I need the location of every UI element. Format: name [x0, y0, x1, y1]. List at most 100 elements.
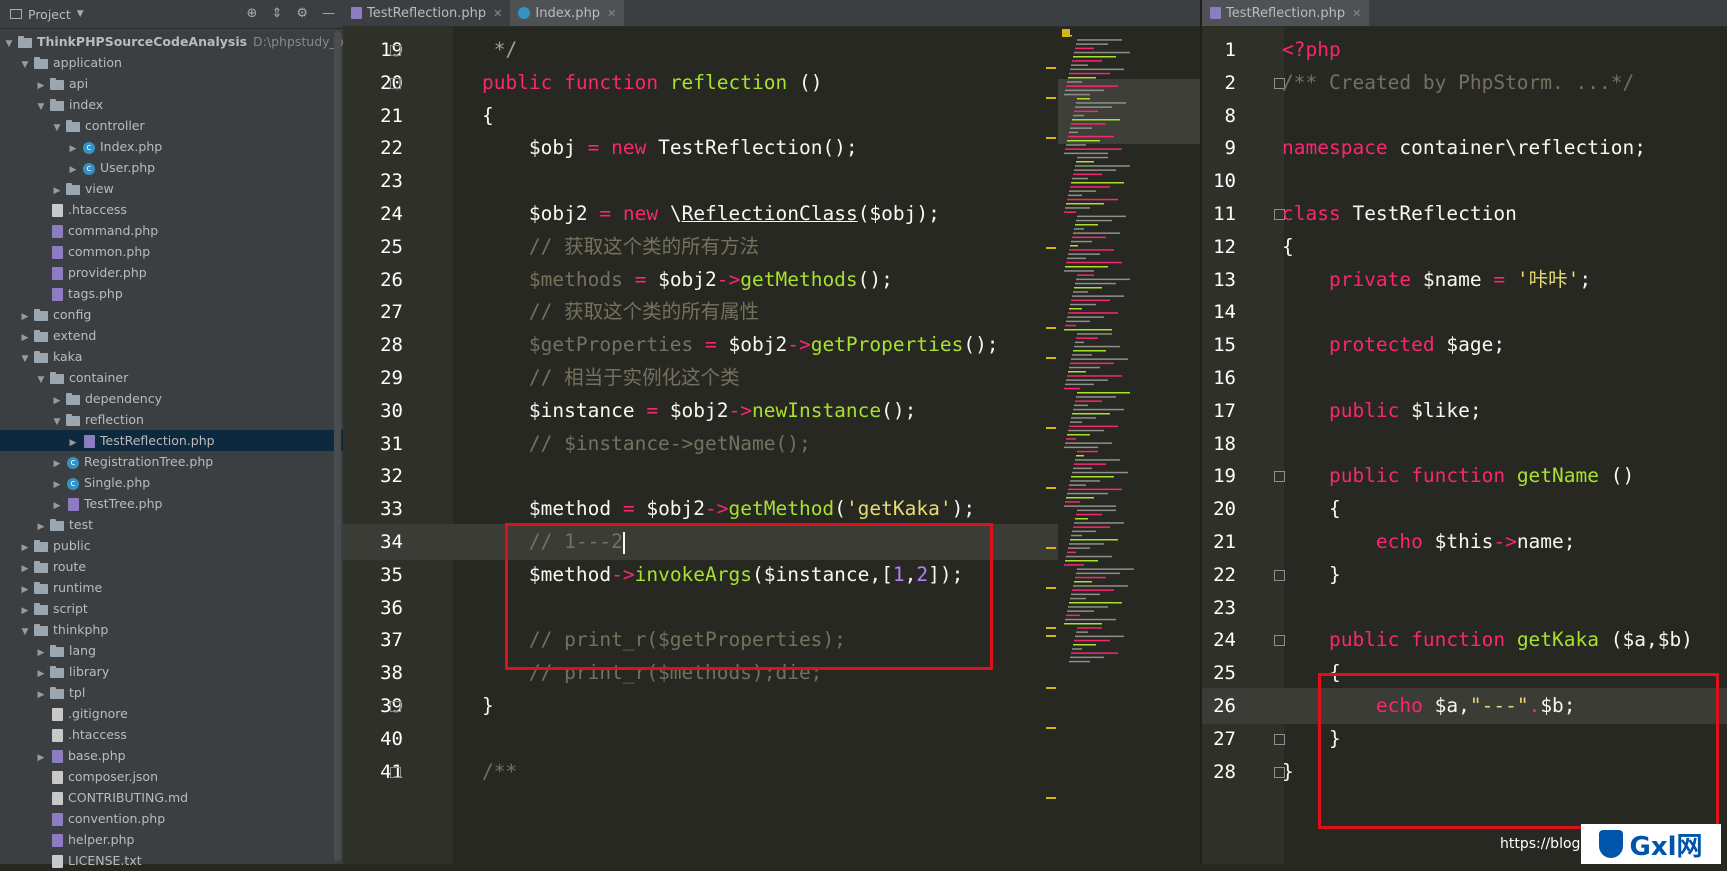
- tree-item[interactable]: common.php: [0, 241, 343, 262]
- tree-item[interactable]: ▼ reflection: [0, 409, 343, 430]
- tree-item[interactable]: ▶ c User.php: [0, 157, 343, 178]
- fold-marker-icon[interactable]: [390, 77, 401, 89]
- code-line[interactable]: 29 // 相当于实例化这个类: [343, 360, 1058, 396]
- tree-item[interactable]: ▼ ThinkPHPSourceCodeAnalysis D:\phpstudy_p…: [0, 31, 373, 52]
- code-line[interactable]: 23: [1202, 590, 1727, 626]
- code-line[interactable]: 20 {: [1202, 491, 1727, 527]
- right-code-editor[interactable]: 1 <?php 2 /** Created by PhpStorm. ...*/ 8 9 n…: [1202, 27, 1727, 864]
- tree-item[interactable]: .gitignore: [0, 703, 343, 724]
- tree-item[interactable]: ▶ script: [0, 598, 343, 619]
- tree-item[interactable]: ▶ c RegistrationTree.php: [0, 451, 343, 472]
- code-line[interactable]: 1 <?php: [1202, 32, 1727, 68]
- tree-item[interactable]: .htaccess: [0, 724, 343, 745]
- code-line[interactable]: 12 {: [1202, 229, 1727, 265]
- code-line[interactable]: 8: [1202, 98, 1727, 134]
- tree-item[interactable]: ▶ public: [0, 535, 343, 556]
- warning-marker[interactable]: [1046, 587, 1056, 589]
- chevron-down-icon[interactable]: ▼: [77, 9, 84, 19]
- tree-item[interactable]: ▶ library: [0, 661, 343, 682]
- code-line[interactable]: 30 $instance = $obj2->newInstance();: [343, 393, 1058, 429]
- code-line[interactable]: 22 $obj = new TestReflection();: [343, 130, 1058, 166]
- tree-item[interactable]: helper.php: [0, 829, 343, 850]
- code-line[interactable]: 10: [1202, 163, 1727, 199]
- warning-marker[interactable]: [1046, 427, 1056, 429]
- tree-item[interactable]: convention.php: [0, 808, 343, 829]
- code-line[interactable]: 16: [1202, 360, 1727, 396]
- tree-item[interactable]: ▶ view: [0, 178, 343, 199]
- tree-item[interactable]: ▶ TestReflection.php: [0, 430, 343, 451]
- code-line[interactable]: 41 /**: [343, 754, 1058, 790]
- tree-item[interactable]: ▶ config: [0, 304, 343, 325]
- project-title[interactable]: Project: [28, 7, 71, 22]
- tree-item[interactable]: ▶ lang: [0, 640, 343, 661]
- fold-marker-icon[interactable]: [390, 766, 401, 778]
- tree-item[interactable]: ▼ kaka: [0, 346, 343, 367]
- warning-marker[interactable]: [1046, 797, 1056, 799]
- tree-item[interactable]: ▼ thinkphp: [0, 619, 343, 640]
- code-line[interactable]: 23: [343, 163, 1058, 199]
- code-line[interactable]: 21 echo $this->name;: [1202, 524, 1727, 560]
- tree-item[interactable]: ▶ route: [0, 556, 343, 577]
- minimize-icon[interactable]: —: [322, 6, 335, 21]
- tree-item[interactable]: LICENSE.txt: [0, 850, 343, 871]
- code-line[interactable]: 19 */: [343, 32, 1058, 68]
- code-line[interactable]: 11 class TestReflection: [1202, 196, 1727, 232]
- code-line[interactable]: 20 public function reflection (): [343, 65, 1058, 101]
- code-line[interactable]: 33 $method = $obj2->getMethod('getKaka')…: [343, 491, 1058, 527]
- code-line[interactable]: 28 $getProperties = $obj2->getProperties…: [343, 327, 1058, 363]
- code-line[interactable]: 40: [343, 721, 1058, 757]
- warning-marker[interactable]: [1046, 357, 1056, 359]
- code-line[interactable]: 14: [1202, 294, 1727, 330]
- warning-marker[interactable]: [1046, 627, 1056, 629]
- code-line[interactable]: 24 public function getKaka ($a,$b): [1202, 622, 1727, 658]
- code-line[interactable]: 18: [1202, 426, 1727, 462]
- tree-item[interactable]: ▶ runtime: [0, 577, 343, 598]
- warning-marker[interactable]: [1046, 137, 1056, 139]
- tree-item[interactable]: ▶ test: [0, 514, 343, 535]
- warning-marker[interactable]: [1046, 727, 1056, 729]
- tree-item[interactable]: ▼ application: [0, 52, 343, 73]
- tree-item[interactable]: .htaccess: [0, 199, 343, 220]
- tree-item[interactable]: ▼ index: [0, 94, 343, 115]
- close-icon[interactable]: ✕: [1352, 7, 1361, 20]
- code-line[interactable]: 19 public function getName (): [1202, 458, 1727, 494]
- code-line[interactable]: 9 namespace container\reflection;: [1202, 130, 1727, 166]
- fold-marker-icon[interactable]: [390, 701, 401, 712]
- minimap[interactable]: [1058, 27, 1200, 864]
- code-line[interactable]: 32: [343, 458, 1058, 494]
- warning-marker[interactable]: [1046, 547, 1056, 549]
- warning-marker[interactable]: [1046, 327, 1056, 329]
- code-line[interactable]: 27 // 获取这个类的所有属性: [343, 294, 1058, 330]
- tree-item[interactable]: composer.json: [0, 766, 343, 787]
- close-icon[interactable]: ✕: [607, 7, 616, 20]
- warning-marker[interactable]: [1046, 67, 1056, 69]
- tree-item[interactable]: ▶ c Index.php: [0, 136, 343, 157]
- locate-icon[interactable]: ⊕: [247, 6, 258, 21]
- tree-item[interactable]: ▼ controller: [0, 115, 343, 136]
- collapse-icon[interactable]: ⇕: [271, 6, 282, 21]
- editor-tab[interactable]: TestReflection.php ✕: [1202, 0, 1370, 26]
- warning-marker[interactable]: [1046, 687, 1056, 689]
- tree-item[interactable]: ▶ c Single.php: [0, 472, 343, 493]
- tree-item[interactable]: CONTRIBUTING.md: [0, 787, 343, 808]
- code-line[interactable]: 24 $obj2 = new \ReflectionClass($obj);: [343, 196, 1058, 232]
- code-line[interactable]: 25 // 获取这个类的所有方法: [343, 229, 1058, 265]
- code-line[interactable]: 2 /** Created by PhpStorm. ...*/: [1202, 65, 1727, 101]
- tree-item[interactable]: ▶ tpl: [0, 682, 343, 703]
- code-line[interactable]: 39 }: [343, 688, 1058, 724]
- code-line[interactable]: 31 // $instance->getName();: [343, 426, 1058, 462]
- close-icon[interactable]: ✕: [493, 7, 502, 20]
- project-scrollbar[interactable]: [334, 31, 341, 861]
- editor-tab[interactable]: TestReflection.php ✕: [343, 0, 510, 26]
- left-code-editor[interactable]: 19 */20 public function reflection () 21 …: [343, 27, 1058, 864]
- gear-icon[interactable]: ⚙: [296, 6, 308, 21]
- warning-marker[interactable]: [1046, 247, 1056, 249]
- warning-marker[interactable]: [1046, 635, 1056, 637]
- tree-item[interactable]: ▶ dependency: [0, 388, 343, 409]
- code-line[interactable]: 22 }: [1202, 557, 1727, 593]
- editor-tab[interactable]: Index.php ✕: [510, 0, 625, 26]
- project-view-icon[interactable]: [10, 9, 22, 19]
- code-line[interactable]: 17 public $like;: [1202, 393, 1727, 429]
- code-line[interactable]: 26 $methods = $obj2->getMethods();: [343, 262, 1058, 298]
- tree-item[interactable]: ▶ TestTree.php: [0, 493, 343, 514]
